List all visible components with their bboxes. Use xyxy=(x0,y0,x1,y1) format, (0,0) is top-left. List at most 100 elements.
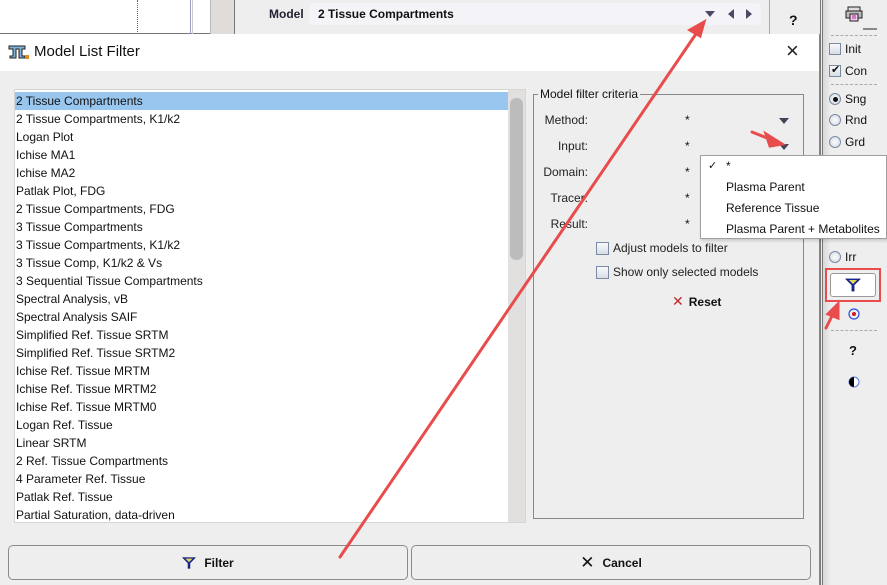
list-item[interactable]: Ichise Ref. Tissue MRTM xyxy=(15,362,510,380)
list-item[interactable]: Simplified Ref. Tissue SRTM2 xyxy=(15,344,510,362)
background-app-header: Model 2 Tissue Compartments ? xyxy=(0,0,820,34)
init-label: Init xyxy=(845,42,862,56)
grd-radio[interactable]: Grd xyxy=(829,135,865,149)
list-item[interactable]: Logan Ref. Tissue xyxy=(15,416,510,434)
close-icon[interactable]: × xyxy=(786,40,799,62)
scrollbar-thumb[interactable] xyxy=(510,98,523,260)
separator xyxy=(831,35,877,36)
right-toolbar: Init Con Sng Rnd Grd Irr ? xyxy=(820,0,887,585)
result-label: Result: xyxy=(550,217,588,231)
list-item[interactable]: Ichise MA2 xyxy=(15,164,510,182)
model-filter-button[interactable] xyxy=(825,268,881,302)
reset-x-icon: ✕ xyxy=(672,293,684,309)
result-value[interactable]: * xyxy=(685,217,690,231)
con-checkbox[interactable]: Con xyxy=(829,63,868,78)
dropdown-option[interactable]: Plasma Parent + Metabolites xyxy=(701,219,886,240)
show-selected-label: Show only selected models xyxy=(613,265,759,279)
list-item[interactable]: Patlak Ref. Tissue xyxy=(15,488,510,506)
method-value[interactable]: * xyxy=(685,113,690,127)
list-item[interactable]: Linear SRTM xyxy=(15,434,510,452)
model-label: Model xyxy=(269,7,304,21)
grd-radio-button[interactable] xyxy=(829,136,841,148)
con-label: Con xyxy=(845,64,868,78)
init-checkbox-box[interactable] xyxy=(829,43,841,55)
con-checkbox-box[interactable] xyxy=(829,63,841,77)
irr-radio[interactable]: Irr xyxy=(829,250,856,264)
input-filter-row: Input: * xyxy=(534,137,805,155)
reset-button[interactable]: ✕ Reset xyxy=(672,293,721,310)
model-dropdown-arrow-icon[interactable] xyxy=(705,11,715,17)
list-item[interactable]: Ichise MA1 xyxy=(15,146,510,164)
dialog-title: Model List Filter xyxy=(34,43,140,60)
list-item[interactable]: 3 Tissue Compartments xyxy=(15,218,510,236)
criteria-legend: Model filter criteria xyxy=(538,87,641,101)
printer-icon[interactable] xyxy=(845,6,863,25)
vertical-scrollbar[interactable] xyxy=(508,90,525,522)
domain-value[interactable]: * xyxy=(685,165,690,179)
list-item[interactable]: Partial Saturation, data-driven xyxy=(15,506,510,524)
list-item[interactable]: 2 Tissue Compartments, K1/k2 xyxy=(15,110,510,128)
irr-label: Irr xyxy=(845,250,857,264)
list-item[interactable]: 3 Tissue Comp, K1/k2 & Vs xyxy=(15,254,510,272)
list-item[interactable]: 4 Parameter Ref. Tissue xyxy=(15,470,510,488)
cancel-button[interactable]: ✕ Cancel xyxy=(411,545,811,580)
list-item[interactable]: Logan Plot xyxy=(15,128,510,146)
cancel-x-icon: ✕ xyxy=(580,552,595,572)
filter-icon xyxy=(845,278,861,292)
app-logo-icon xyxy=(8,44,30,63)
input-label: Input: xyxy=(557,139,588,153)
list-item[interactable]: Patlak Plot, FDG xyxy=(15,182,510,200)
help-toolbar-button[interactable]: ? xyxy=(849,343,857,358)
list-item[interactable]: Spectral Analysis SAIF xyxy=(15,308,510,326)
collapse-bar[interactable] xyxy=(863,28,877,30)
splitter-handle[interactable] xyxy=(210,0,234,34)
adjust-models-checkbox[interactable]: Adjust models to filter xyxy=(596,241,728,255)
list-item[interactable]: Simplified Ref. Tissue SRTM xyxy=(15,326,510,344)
method-filter-row: Method: * xyxy=(534,111,805,129)
help-button[interactable]: ? xyxy=(789,12,798,28)
model-filter-button-face[interactable] xyxy=(830,273,876,297)
sng-label: Sng xyxy=(845,92,867,106)
sng-radio[interactable]: Sng xyxy=(829,92,866,106)
list-item[interactable]: 3 Sequential Tissue Compartments xyxy=(15,272,510,290)
init-checkbox[interactable]: Init xyxy=(829,42,861,56)
dropdown-option-label: Plasma Parent xyxy=(726,180,805,194)
adjust-models-checkbox-box[interactable] xyxy=(596,241,609,255)
separator xyxy=(831,330,877,331)
model-list[interactable]: 2 Tissue Compartments 2 Tissue Compartmen… xyxy=(14,89,526,523)
dropdown-option-label: Plasma Parent + Metabolites xyxy=(726,222,880,236)
list-item[interactable]: 2 Tissue Compartments xyxy=(15,92,510,110)
sng-radio-button[interactable] xyxy=(829,93,841,105)
method-dropdown-arrow-icon[interactable] xyxy=(779,118,789,124)
filter-button[interactable]: Filter xyxy=(8,545,408,580)
divider xyxy=(769,0,770,34)
list-item[interactable]: Ichise Ref. Tissue MRTM2 xyxy=(15,380,510,398)
dropdown-option[interactable]: Plasma Parent xyxy=(701,177,886,198)
input-dropdown-arrow-icon[interactable] xyxy=(779,144,789,150)
show-selected-checkbox-box[interactable] xyxy=(596,265,609,279)
list-item[interactable]: Ichise Ref. Tissue MRTM0 xyxy=(15,398,510,416)
list-item[interactable]: 2 Tissue Compartments, FDG xyxy=(15,200,510,218)
list-item[interactable]: Spectral Analysis, vB xyxy=(15,290,510,308)
next-model-icon[interactable] xyxy=(746,9,752,19)
adjust-models-label: Adjust models to filter xyxy=(613,241,728,255)
show-selected-checkbox[interactable]: Show only selected models xyxy=(596,265,758,279)
model-value: 2 Tissue Compartments xyxy=(318,7,454,21)
model-panel: Model 2 Tissue Compartments ? xyxy=(234,0,820,34)
rnd-radio-button[interactable] xyxy=(829,114,841,126)
contrast-icon[interactable] xyxy=(848,376,860,391)
list-item[interactable]: 2 Ref. Tissue Compartments xyxy=(15,452,510,470)
dropdown-option[interactable]: Reference Tissue xyxy=(701,198,886,219)
dialog-titlebar[interactable]: Model List Filter × xyxy=(0,34,819,71)
list-item[interactable]: 3 Tissue Compartments, K1/k2 xyxy=(15,236,510,254)
rnd-radio[interactable]: Rnd xyxy=(829,113,867,127)
grd-label: Grd xyxy=(845,135,866,149)
irr-radio-button[interactable] xyxy=(829,251,841,263)
target-icon[interactable] xyxy=(848,308,860,323)
dropdown-option[interactable]: ✓ * xyxy=(701,156,886,177)
model-selector[interactable]: 2 Tissue Compartments xyxy=(309,3,761,25)
input-value[interactable]: * xyxy=(685,139,690,153)
previous-model-icon[interactable] xyxy=(728,9,734,19)
tracer-value[interactable]: * xyxy=(685,191,690,205)
divider xyxy=(190,0,191,34)
